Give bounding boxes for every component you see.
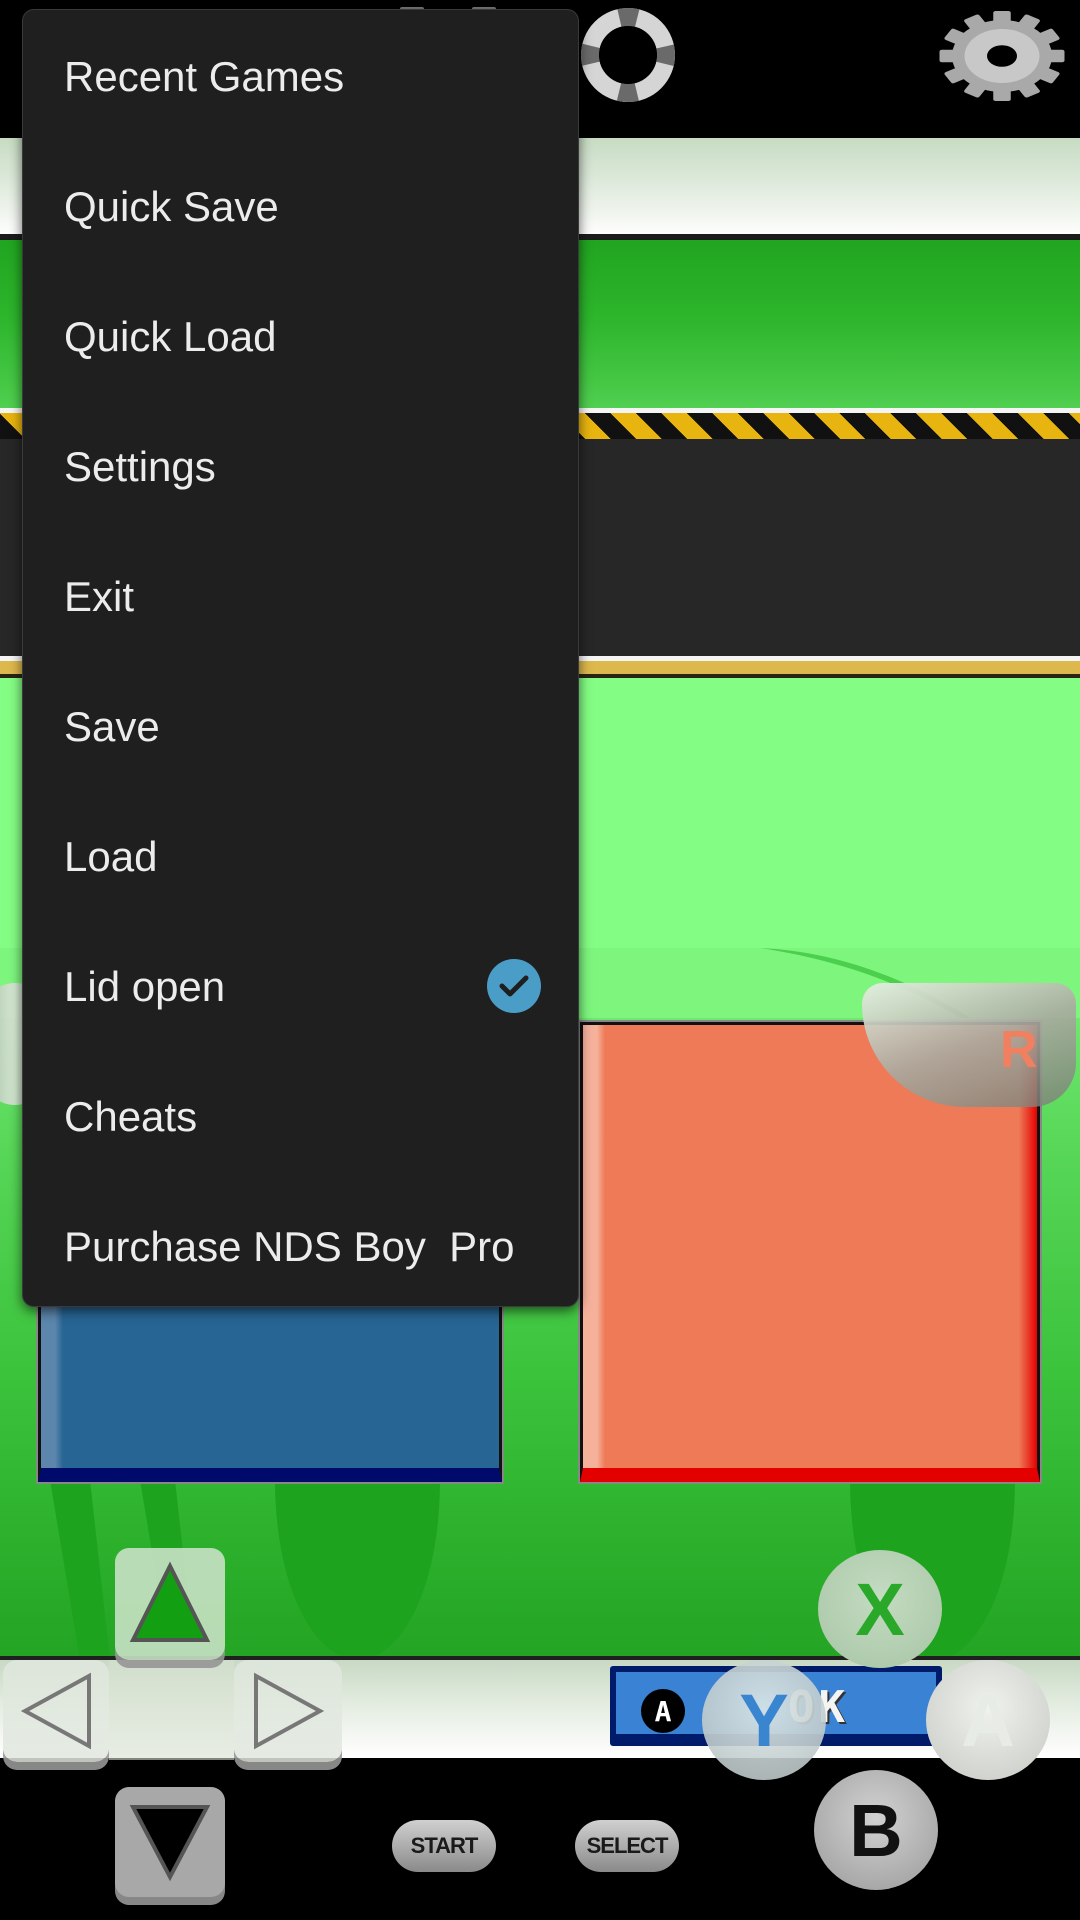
menu-item-quick-load[interactable]: Quick Load [23,272,580,402]
menu-item-label: Save [64,703,160,750]
menu-item-label: Lid open [64,963,226,1010]
start-button[interactable]: START [392,1820,496,1872]
b-button[interactable]: B [814,1770,938,1890]
dpad-left-button[interactable] [3,1660,109,1762]
select-button[interactable]: SELECT [575,1820,679,1872]
menu-item-label: Quick Save [64,183,279,230]
dpad-right-button[interactable] [234,1660,342,1762]
dpad-center [109,1660,234,1760]
menu-item-cheats[interactable]: Cheats [23,1052,580,1182]
menu-item-load[interactable]: Load [23,792,580,922]
x-button[interactable]: X [818,1550,942,1668]
arrow-up-icon [129,1561,211,1642]
menu-item-label: Recent Games [64,53,345,100]
menu-item-exit[interactable]: Exit [23,532,580,662]
arrow-right-icon [254,1672,325,1750]
menu-item-label: Cheats [64,1093,198,1140]
lifebuoy-icon[interactable] [580,7,676,103]
menu-item-lid-open[interactable]: Lid open [23,922,580,1052]
overflow-menu: Recent Games Quick Save Quick Load Setti… [22,9,579,1307]
menu-item-save[interactable]: Save [23,662,580,792]
arrow-left-icon [20,1672,91,1750]
a-button-icon: A [641,1689,685,1733]
menu-item-label: Exit [64,573,135,620]
menu-item-settings[interactable]: Settings [23,402,580,532]
a-button[interactable]: A [926,1660,1050,1780]
menu-item-recent-games[interactable]: Recent Games [23,12,580,142]
checkbox-checked-icon[interactable] [487,959,541,1013]
arrow-down-icon [129,1805,211,1882]
menu-item-label: Purchase NDS Boy Pro [64,1223,515,1270]
shoulder-r-label: R [1000,1021,1038,1079]
menu-item-label: Load [64,833,158,880]
menu-item-purchase-pro[interactable]: Purchase NDS Boy Pro [23,1182,580,1312]
gear-icon[interactable] [930,4,1074,108]
menu-item-quick-save[interactable]: Quick Save [23,142,580,272]
menu-item-label: Settings [64,443,216,490]
y-button[interactable]: Y [702,1660,826,1780]
dpad-up-button[interactable] [115,1548,225,1660]
menu-item-label: Quick Load [64,313,277,360]
dpad-down-button[interactable] [115,1787,225,1897]
